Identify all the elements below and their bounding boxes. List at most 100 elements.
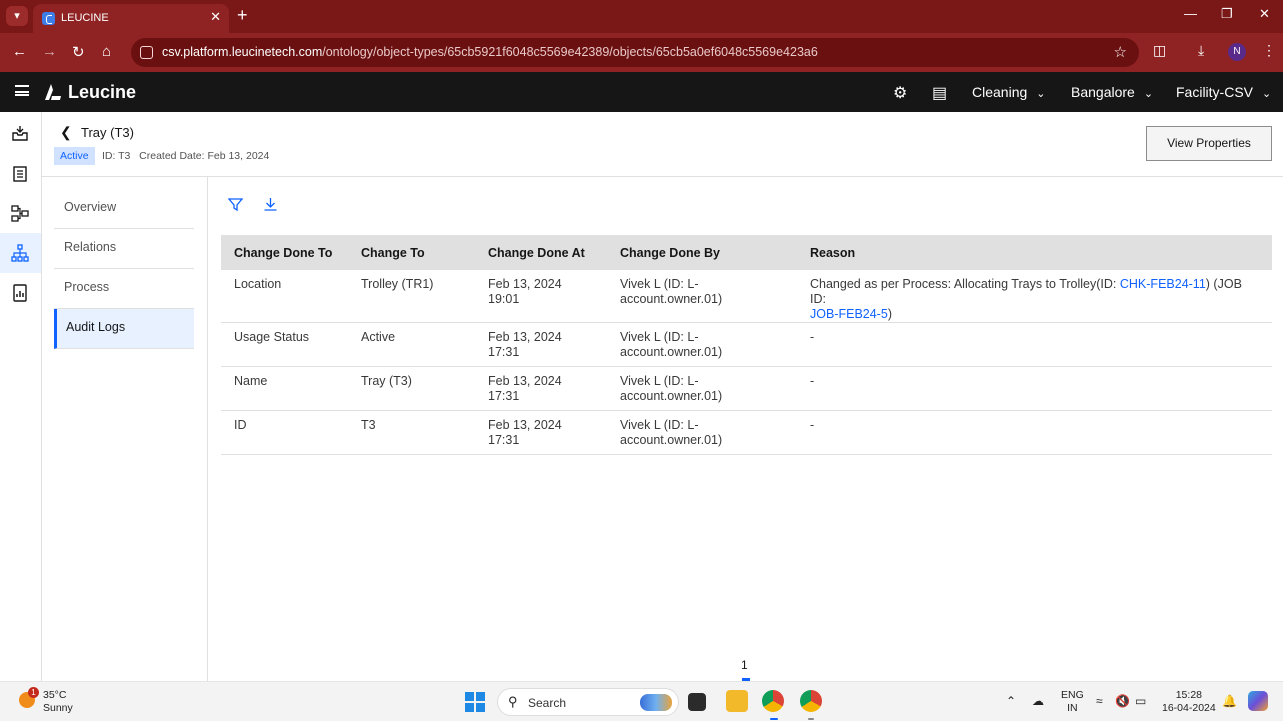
left-nav-rail bbox=[0, 112, 42, 681]
subnav-process[interactable]: Process bbox=[54, 269, 194, 309]
browser-tab[interactable]: LEUCINE ✕ bbox=[33, 4, 229, 33]
checklist-link[interactable]: CHK-FEB24-11 bbox=[1120, 277, 1206, 291]
cell-field: Location bbox=[221, 270, 348, 323]
language-indicator[interactable]: ENG IN bbox=[1061, 689, 1084, 715]
tray-overflow-icon[interactable]: ⌃ bbox=[1006, 694, 1016, 708]
url-text: csv.platform.leucinetech.com/ontology/ob… bbox=[162, 45, 818, 59]
scan-icon[interactable]: ▤ bbox=[932, 83, 947, 103]
column-header[interactable]: Change Done At bbox=[475, 235, 607, 270]
use-case-dropdown[interactable]: Cleaning ⌄ bbox=[972, 84, 1045, 100]
flow-icon bbox=[11, 205, 29, 222]
battery-icon[interactable]: ▭ bbox=[1135, 694, 1146, 708]
status-badge: Active bbox=[54, 147, 95, 165]
onedrive-icon[interactable]: ☁ bbox=[1032, 694, 1044, 708]
active-app-indicator bbox=[770, 718, 778, 720]
chevron-down-icon: ⌄ bbox=[1036, 88, 1046, 100]
browser-menu-icon[interactable]: ⋮ bbox=[1262, 42, 1276, 59]
new-tab-icon[interactable]: + bbox=[237, 5, 248, 26]
restore-icon[interactable]: ❐ bbox=[1221, 6, 1233, 22]
chevron-down-icon: ⌄ bbox=[1262, 88, 1272, 100]
table-row: Name Tray (T3) Feb 13, 2024 17:31 Vivek L… bbox=[221, 366, 1272, 411]
taskbar-search[interactable]: ⚲ Search bbox=[497, 688, 679, 716]
checklists-nav[interactable] bbox=[0, 153, 41, 193]
tab-close-icon[interactable]: ✕ bbox=[210, 9, 221, 25]
weather-badge: 1 bbox=[28, 687, 39, 698]
column-header[interactable]: Change Done By bbox=[607, 235, 797, 270]
object-header: ❮ Tray (T3) Active ID: T3 Created Date: … bbox=[42, 112, 1283, 177]
tab-title: LEUCINE bbox=[61, 12, 109, 24]
process-nav[interactable] bbox=[0, 193, 41, 233]
brand-name: Leucine bbox=[68, 82, 137, 102]
task-view-icon[interactable] bbox=[688, 693, 706, 711]
object-meta: ID: T3 Created Date: Feb 13, 2024 bbox=[102, 150, 269, 162]
home-icon[interactable]: ⌂ bbox=[102, 43, 111, 60]
reports-nav[interactable] bbox=[0, 273, 41, 313]
inbox-icon bbox=[12, 126, 28, 141]
subnav-relations[interactable]: Relations bbox=[54, 229, 194, 269]
cell-change-by: Vivek L (ID: L-account.owner.01) bbox=[607, 366, 797, 411]
wifi-icon[interactable]: ≈ bbox=[1096, 694, 1103, 708]
address-bar[interactable]: csv.platform.leucinetech.com/ontology/ob… bbox=[131, 38, 1139, 67]
hamburger-menu-icon[interactable] bbox=[15, 85, 29, 96]
weather-widget[interactable]: 35°C Sunny bbox=[43, 689, 73, 715]
download-icon[interactable] bbox=[263, 197, 278, 212]
cell-change-to: Trolley (TR1) bbox=[348, 270, 475, 323]
downloads-icon[interactable]: ⤓ bbox=[1198, 42, 1204, 59]
settings-gear-icon[interactable]: ⚙ bbox=[893, 83, 907, 103]
column-header[interactable]: Change Done To bbox=[221, 235, 348, 270]
profile-avatar[interactable]: N bbox=[1228, 43, 1246, 61]
notification-bell-icon[interactable]: 🔔 bbox=[1222, 694, 1237, 708]
clipboard-icon bbox=[13, 166, 27, 182]
chrome-icon[interactable] bbox=[762, 690, 784, 712]
subnav-overview[interactable]: Overview bbox=[54, 189, 194, 229]
table-header-row: Change Done To Change To Change Done At … bbox=[221, 235, 1272, 270]
chrome-profile-icon[interactable] bbox=[800, 690, 822, 712]
created-date: Created Date: Feb 13, 2024 bbox=[139, 150, 270, 162]
table-row: Location Trolley (TR1) Feb 13, 2024 19:01… bbox=[221, 270, 1272, 323]
close-window-icon[interactable]: ✕ bbox=[1259, 6, 1270, 22]
search-placeholder: Search bbox=[528, 696, 567, 710]
location-dropdown[interactable]: Bangalore ⌄ bbox=[1071, 84, 1153, 100]
search-highlight-icon bbox=[640, 694, 672, 711]
reload-icon[interactable]: ↻ bbox=[72, 43, 85, 61]
copilot-icon[interactable] bbox=[1248, 691, 1268, 711]
leucine-logo-icon bbox=[45, 84, 61, 100]
leucine-favicon-icon bbox=[42, 12, 55, 25]
site-info-icon[interactable] bbox=[140, 46, 153, 59]
back-arrow-icon[interactable]: ← bbox=[12, 43, 27, 60]
bookmark-star-icon[interactable]: ☆ bbox=[1114, 43, 1127, 61]
browser-tab-strip: ▾ LEUCINE ✕ + — ❐ ✕ bbox=[0, 0, 1283, 33]
app-header: Leucine ⚙ ▤ Cleaning ⌄ Bangalore ⌄ Facilit… bbox=[0, 72, 1283, 112]
back-chevron-icon[interactable]: ❮ bbox=[60, 124, 72, 141]
column-header[interactable]: Change To bbox=[348, 235, 475, 270]
ontology-nav[interactable] bbox=[0, 233, 41, 273]
file-explorer-icon[interactable] bbox=[726, 690, 748, 712]
tab-search-button[interactable]: ▾ bbox=[6, 6, 28, 26]
page-number[interactable]: 1 bbox=[741, 658, 748, 672]
cell-change-to: Active bbox=[348, 322, 475, 367]
minimize-icon[interactable]: — bbox=[1184, 6, 1197, 21]
job-link[interactable]: JOB-FEB24-5 bbox=[810, 307, 888, 321]
chevron-down-icon: ⌄ bbox=[1143, 88, 1154, 100]
volume-muted-icon[interactable]: 🔇 bbox=[1115, 694, 1130, 708]
forward-arrow-icon[interactable]: → bbox=[42, 43, 57, 60]
column-header[interactable]: Reason bbox=[797, 235, 1272, 270]
windows-taskbar: 1 35°C Sunny ⚲ Search ⌃ ☁ ENG IN ≈ 🔇 ▭ 15:… bbox=[0, 681, 1283, 721]
object-id: ID: T3 bbox=[102, 150, 131, 162]
windows-start-icon[interactable] bbox=[465, 692, 485, 712]
subnav-audit-logs[interactable]: Audit Logs bbox=[54, 309, 194, 349]
object-subnav: Overview Relations Process Audit Logs bbox=[42, 177, 208, 681]
filter-icon[interactable] bbox=[228, 197, 243, 212]
cell-change-at: Feb 13, 2024 19:01 bbox=[475, 270, 607, 323]
cell-change-at: Feb 13, 2024 17:31 bbox=[475, 410, 607, 455]
clock[interactable]: 15:28 16-04-2024 bbox=[1162, 689, 1216, 715]
cell-change-at: Feb 13, 2024 17:31 bbox=[475, 322, 607, 367]
facility-dropdown[interactable]: Facility-CSV ⌄ bbox=[1176, 84, 1271, 100]
cell-change-at: Feb 13, 2024 17:31 bbox=[475, 366, 607, 411]
view-properties-button[interactable]: View Properties bbox=[1146, 126, 1272, 161]
search-icon: ⚲ bbox=[508, 694, 518, 709]
extensions-icon[interactable]: ◫ bbox=[1153, 42, 1166, 59]
cell-reason: - bbox=[797, 410, 1272, 455]
inbox-nav[interactable] bbox=[0, 113, 41, 153]
cell-field: Usage Status bbox=[221, 322, 348, 367]
